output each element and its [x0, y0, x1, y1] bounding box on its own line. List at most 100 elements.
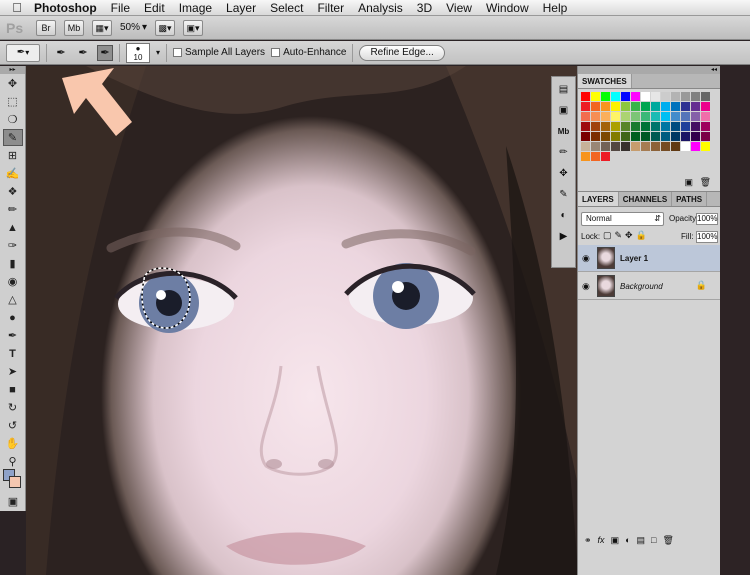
zoom-level-dropdown[interactable]: 50% ▾: [120, 22, 147, 33]
color-swatch[interactable]: [581, 152, 590, 161]
color-swatch[interactable]: [591, 142, 600, 151]
eye-icon[interactable]: ◉: [582, 281, 590, 292]
menu-filter[interactable]: Filter: [317, 1, 344, 15]
quick-mask-icon[interactable]: ▣: [3, 493, 23, 510]
layer-style-icon[interactable]: fx: [598, 535, 605, 545]
color-swatch[interactable]: [601, 152, 610, 161]
blur-tool-icon[interactable]: △: [3, 291, 23, 308]
color-swatch[interactable]: [701, 142, 710, 151]
color-swatch[interactable]: [681, 142, 690, 151]
color-swatch[interactable]: [631, 102, 640, 111]
menu-analysis[interactable]: Analysis: [358, 1, 403, 15]
color-swatch[interactable]: [621, 92, 630, 101]
paint-bucket-tool-icon[interactable]: ◉: [3, 273, 23, 290]
blend-mode-select[interactable]: Normal ⇵: [581, 212, 664, 226]
color-swatch[interactable]: [641, 92, 650, 101]
color-swatch[interactable]: [651, 122, 660, 131]
screen-mode-button[interactable]: ▣▾: [183, 19, 204, 36]
tab-paths[interactable]: PATHS: [672, 192, 708, 206]
menu-3d[interactable]: 3D: [417, 1, 432, 15]
fill-field[interactable]: 100%: [696, 231, 718, 243]
tab-swatches[interactable]: SWATCHES: [578, 74, 632, 88]
checkbox-box[interactable]: [271, 48, 281, 57]
menu-layer[interactable]: Layer: [226, 1, 256, 15]
type-tool-icon[interactable]: T: [3, 345, 23, 362]
color-swatch[interactable]: [611, 142, 620, 151]
color-swatch[interactable]: [651, 142, 660, 151]
color-swatch[interactable]: [671, 142, 680, 151]
brush-picker[interactable]: ● 10: [126, 42, 150, 63]
color-swatch[interactable]: [671, 112, 680, 121]
history-brush-tool-icon[interactable]: ✑: [3, 237, 23, 254]
menu-window[interactable]: Window: [486, 1, 529, 15]
color-swatch[interactable]: [641, 132, 650, 141]
adjustments-panel-icon[interactable]: ▤: [554, 80, 574, 98]
color-swatch[interactable]: [681, 92, 690, 101]
color-swatch[interactable]: [601, 102, 610, 111]
new-selection-button[interactable]: ✒: [53, 45, 69, 61]
color-swatch[interactable]: [591, 102, 600, 111]
color-swatch[interactable]: [621, 102, 630, 111]
color-swatch[interactable]: [611, 92, 620, 101]
color-swatch[interactable]: [631, 92, 640, 101]
color-swatch[interactable]: [681, 102, 690, 111]
color-swatch[interactable]: [641, 102, 650, 111]
color-swatch[interactable]: [671, 132, 680, 141]
color-swatch[interactable]: [601, 92, 610, 101]
color-swatch[interactable]: [691, 132, 700, 141]
color-swatch[interactable]: [601, 132, 610, 141]
refine-edge-button[interactable]: Refine Edge...: [359, 44, 445, 61]
color-swatch[interactable]: [661, 142, 670, 151]
menu-help[interactable]: Help: [543, 1, 568, 15]
masks-panel-icon[interactable]: ▣: [554, 101, 574, 119]
subtract-from-selection-button[interactable]: ✒: [97, 44, 113, 61]
color-swatch[interactable]: [701, 102, 710, 111]
color-swatch[interactable]: [661, 112, 670, 121]
checkbox-box[interactable]: [173, 48, 183, 57]
chevron-down-icon[interactable]: ▾: [156, 48, 160, 57]
color-swatch[interactable]: [681, 112, 690, 121]
layer-row[interactable]: ◉ Layer 1: [578, 245, 721, 272]
apple-menu-icon[interactable]: : [0, 0, 34, 15]
menu-app-name[interactable]: Photoshop: [34, 1, 97, 15]
eraser-tool-icon[interactable]: ▮: [3, 255, 23, 272]
color-swatch[interactable]: [671, 92, 680, 101]
eye-icon[interactable]: ◉: [582, 253, 590, 264]
tool-preset-picker[interactable]: ✒ ▾: [6, 43, 40, 62]
panel-grip[interactable]: ▸▸: [0, 66, 25, 74]
tab-layers[interactable]: LAYERS: [578, 192, 619, 206]
color-swatch[interactable]: [641, 122, 650, 131]
color-swatch[interactable]: [581, 92, 590, 101]
color-swatch[interactable]: [671, 102, 680, 111]
color-swatch[interactable]: [661, 132, 670, 141]
pen-tool-icon[interactable]: ✒: [3, 327, 23, 344]
color-swatch[interactable]: [651, 132, 660, 141]
3d-orbit-tool-icon[interactable]: ↺: [3, 417, 23, 434]
color-swatch[interactable]: [681, 122, 690, 131]
color-swatch[interactable]: [691, 92, 700, 101]
document-canvas[interactable]: [26, 66, 578, 575]
color-swatch[interactable]: [591, 152, 600, 161]
color-swatch[interactable]: [621, 132, 630, 141]
adjustment-layer-icon[interactable]: ◐: [625, 535, 630, 545]
trash-icon[interactable]: 🗑: [662, 535, 673, 546]
arrange-documents-button[interactable]: ▩▾: [155, 19, 176, 36]
auto-enhance-checkbox[interactable]: Auto-Enhance: [271, 47, 346, 58]
menu-edit[interactable]: Edit: [144, 1, 165, 15]
color-swatch[interactable]: [581, 102, 590, 111]
color-swatch[interactable]: [581, 122, 590, 131]
color-swatch[interactable]: [651, 92, 660, 101]
color-swatch[interactable]: [691, 102, 700, 111]
color-swatch[interactable]: [601, 142, 610, 151]
color-swatch[interactable]: [611, 132, 620, 141]
color-swatch[interactable]: [691, 112, 700, 121]
3d-rotate-tool-icon[interactable]: ↻: [3, 399, 23, 416]
color-swatch[interactable]: [621, 112, 630, 121]
color-swatch[interactable]: [631, 132, 640, 141]
add-to-selection-button[interactable]: ✒: [75, 45, 91, 61]
swatch-grid[interactable]: [581, 92, 718, 162]
color-panel-icon[interactable]: ◐: [554, 206, 574, 224]
color-swatch[interactable]: [611, 122, 620, 131]
bridge-button[interactable]: Br: [36, 19, 56, 36]
color-swatch[interactable]: [591, 92, 600, 101]
